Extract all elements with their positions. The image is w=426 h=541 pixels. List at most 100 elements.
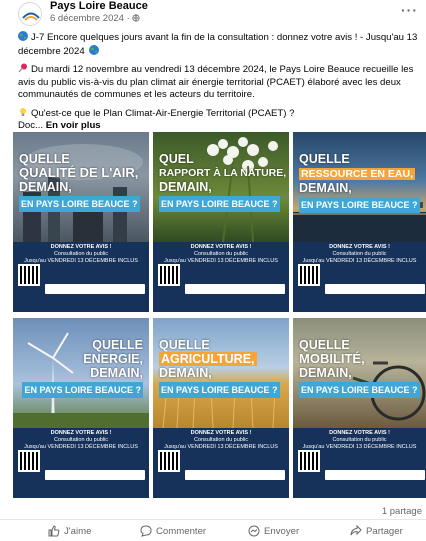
tile-title-line1: QUELLE xyxy=(159,338,210,352)
like-label: J'aime xyxy=(64,526,92,537)
tile-title-line1: QUELLE xyxy=(299,338,350,352)
tile-footer: DONNEZ VOTRE AVIS ! Consultation du publi… xyxy=(293,428,426,498)
tile-title-line4: EN PAYS LOIRE BEAUCE ? xyxy=(159,382,280,398)
tile-title-line2: RESSOURCE EN EAU, xyxy=(299,168,416,180)
tile-title-line4: EN PAYS LOIRE BEAUCE ? xyxy=(299,197,420,213)
post-line-3b: Doc... xyxy=(18,120,44,131)
tile-title-line3: DEMAIN, xyxy=(299,181,352,195)
qr-code xyxy=(298,264,320,286)
tile-title-line2: QUALITÉ DE L'AIR, xyxy=(19,165,139,180)
tile-title-line2: RAPPORT À LA NATURE, xyxy=(159,167,287,179)
grid-image-energy[interactable]: QUELLE ENERGIE, DEMAIN, EN PAYS LOIRE BE… xyxy=(13,318,149,498)
post-paragraph-2: Du mardi 12 novembre au vendredi 13 déce… xyxy=(18,63,422,102)
messenger-icon xyxy=(248,525,260,537)
partner-logos xyxy=(325,284,425,294)
partner-logos xyxy=(45,470,145,480)
post-paragraph-1: J-7 Encore quelques jours avant la fin d… xyxy=(18,31,422,58)
tile-title-agriculture: QUELLE AGRICULTURE, DEMAIN, EN PAYS LOIR… xyxy=(159,338,287,398)
tile-title-line1: QUELLE xyxy=(19,152,70,166)
tile-title-line4: EN PAYS LOIRE BEAUCE ? xyxy=(19,196,140,212)
send-label: Envoyer xyxy=(264,526,300,537)
tile-footer: DONNEZ VOTRE AVIS ! Consultation du publi… xyxy=(153,428,289,498)
tile-title-nature: QUEL RAPPORT À LA NATURE, DEMAIN, EN PAY… xyxy=(159,152,287,212)
tile-footer: DONNEZ VOTRE AVIS ! Consultation du publi… xyxy=(293,242,426,312)
post-header: Pays Loire Beauce 6 décembre 2024 · ··· xyxy=(0,0,426,28)
tile-title-air: QUELLE QUALITÉ DE L'AIR, DEMAIN, EN PAYS… xyxy=(19,152,147,212)
tile-title-line3: DEMAIN, xyxy=(159,366,212,380)
tile-footer: DONNEZ VOTRE AVIS ! Consultation du publi… xyxy=(13,428,149,498)
post-action-bar: J'aime Commenter Envoyer Partager xyxy=(0,519,426,541)
image-grid: QUELLE QUALITÉ DE L'AIR, DEMAIN, EN PAYS… xyxy=(13,132,426,508)
tile-title-line4: EN PAYS LOIRE BEAUCE ? xyxy=(159,196,280,212)
page-avatar[interactable] xyxy=(18,2,42,26)
qr-code xyxy=(18,264,40,286)
share-count[interactable]: 1 partage xyxy=(382,506,422,517)
post-date-text: 6 décembre 2024 · xyxy=(50,13,133,24)
tile-footer: DONNEZ VOTRE AVIS ! Consultation du publi… xyxy=(13,242,149,312)
tile-title-line4: EN PAYS LOIRE BEAUCE ? xyxy=(22,382,143,398)
partner-logos xyxy=(185,470,285,480)
tile-title-mobility: QUELLE MOBILITÉ, DEMAIN, EN PAYS LOIRE B… xyxy=(299,338,426,398)
grid-image-water[interactable]: QUELLE RESSOURCE EN EAU, DEMAIN, EN PAYS… xyxy=(293,132,426,312)
tile-title-line2: AGRICULTURE, xyxy=(159,352,257,366)
post-text: J-7 Encore quelques jours avant la fin d… xyxy=(18,31,422,138)
tile-footer-cta: DONNEZ VOTRE AVIS ! Consultation du publi… xyxy=(302,244,417,264)
partner-logos xyxy=(185,284,285,294)
share-label: Partager xyxy=(366,526,403,537)
comment-icon xyxy=(140,525,152,537)
partner-logos xyxy=(325,470,425,480)
send-button[interactable]: Envoyer xyxy=(248,525,299,539)
post-date[interactable]: 6 décembre 2024 · xyxy=(50,13,140,24)
tile-footer-cta: DONNEZ VOTRE AVIS ! Consultation du publi… xyxy=(24,430,138,450)
post-line-1: J-7 Encore quelques jours avant la fin d… xyxy=(18,32,418,57)
comment-label: Commenter xyxy=(156,526,207,537)
post-line-3: Qu'est-ce que le Plan Climat-Air-Energie… xyxy=(31,107,295,119)
tile-footer-info xyxy=(45,264,145,284)
tile-footer-info xyxy=(185,264,285,284)
grid-image-nature[interactable]: QUEL RAPPORT À LA NATURE, DEMAIN, EN PAY… xyxy=(153,132,289,312)
tile-footer: DONNEZ VOTRE AVIS ! Consultation du publi… xyxy=(153,242,289,312)
tile-title-water: QUELLE RESSOURCE EN EAU, DEMAIN, EN PAYS… xyxy=(299,152,426,213)
partner-logos xyxy=(45,284,145,294)
see-more-link[interactable]: En voir plus xyxy=(46,120,101,131)
globe-icon xyxy=(132,14,140,22)
lightbulb-icon xyxy=(20,107,26,116)
tile-title-line3: DEMAIN, xyxy=(90,366,143,380)
share-button[interactable]: Partager xyxy=(350,524,403,539)
tile-title-line1: QUEL xyxy=(159,152,194,166)
grid-image-agriculture[interactable]: QUELLE AGRICULTURE, DEMAIN, EN PAYS LOIR… xyxy=(153,318,289,498)
comment-button[interactable]: Commenter xyxy=(140,525,206,539)
tile-footer-cta: DONNEZ VOTRE AVIS ! Consultation du publi… xyxy=(164,430,278,450)
tile-title-line3: DEMAIN, xyxy=(19,180,72,194)
tile-title-line3: DEMAIN, xyxy=(299,366,352,380)
share-arrow-icon xyxy=(350,524,362,536)
tile-footer-info xyxy=(45,450,145,470)
qr-code xyxy=(298,450,320,472)
tile-footer-cta: DONNEZ VOTRE AVIS ! Consultation du publi… xyxy=(24,244,138,264)
qr-code xyxy=(18,450,40,472)
like-button[interactable]: J'aime xyxy=(48,525,91,539)
earth-emoji-icon xyxy=(18,31,28,41)
tile-footer-cta: DONNEZ VOTRE AVIS ! Consultation du publi… xyxy=(164,244,278,264)
pushpin-icon xyxy=(18,63,27,73)
tile-title-line2: ENERGIE, xyxy=(83,352,143,366)
page-name-link[interactable]: Pays Loire Beauce xyxy=(50,0,148,12)
earth-emoji-icon-end xyxy=(89,44,100,55)
tile-title-line4: EN PAYS LOIRE BEAUCE ? xyxy=(299,382,420,398)
grid-image-mobility[interactable]: QUELLE MOBILITÉ, DEMAIN, EN PAYS LOIRE B… xyxy=(293,318,426,498)
grid-image-air-quality[interactable]: QUELLE QUALITÉ DE L'AIR, DEMAIN, EN PAYS… xyxy=(13,132,149,312)
qr-code xyxy=(158,264,180,286)
more-options-button[interactable]: ··· xyxy=(401,2,418,18)
tile-footer-info xyxy=(325,264,425,284)
qr-code xyxy=(158,450,180,472)
tile-title-line3: DEMAIN, xyxy=(159,180,212,194)
tile-title-energy: QUELLE ENERGIE, DEMAIN, EN PAYS LOIRE BE… xyxy=(15,338,143,398)
tile-footer-info xyxy=(325,450,425,470)
tile-footer-info xyxy=(185,450,285,470)
tile-title-line1: QUELLE xyxy=(299,152,350,166)
post-line-2: Du mardi 12 novembre au vendredi 13 déce… xyxy=(18,64,414,100)
tile-footer-cta: DONNEZ VOTRE AVIS ! Consultation du publi… xyxy=(302,430,417,450)
tile-title-line1: QUELLE xyxy=(92,338,143,352)
thumbs-up-icon xyxy=(48,525,60,537)
tile-title-line2: MOBILITÉ, xyxy=(299,351,365,366)
